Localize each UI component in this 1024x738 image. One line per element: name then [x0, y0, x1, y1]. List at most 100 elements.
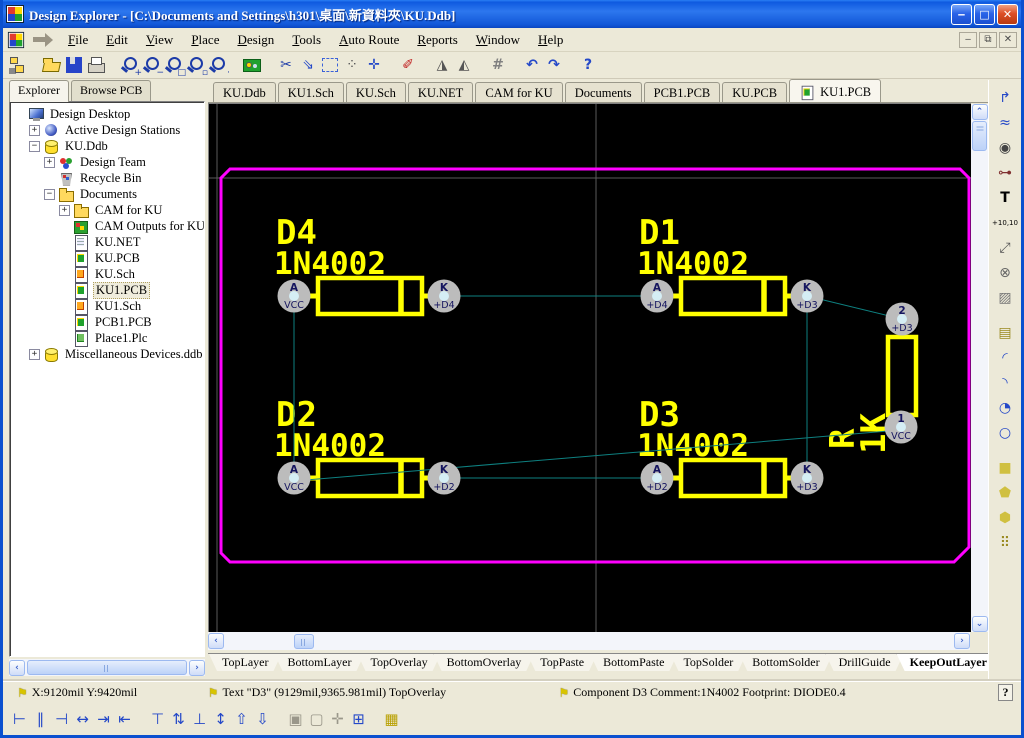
layer-tab-keepoutlayer[interactable]: KeepOutLayer [897, 654, 1000, 671]
tree-item-label[interactable]: KU1.PCB [93, 282, 150, 299]
grid-toggle-icon[interactable]: # [487, 54, 509, 76]
place-room-icon[interactable]: ▦ [381, 708, 402, 730]
document-tab-pcb1-pcb[interactable]: PCB1.PCB [644, 82, 721, 102]
tree-item-label[interactable]: Place1.Plc [93, 331, 149, 346]
zoom-point-icon[interactable]: · [207, 54, 229, 76]
zoom-out-icon[interactable]: − [141, 54, 163, 76]
tree-item-ku-net[interactable]: KU.NET [10, 234, 204, 250]
tree-item-label[interactable]: Active Design Stations [63, 123, 182, 138]
document-tab-ku-ddb[interactable]: KU.Ddb [213, 82, 276, 102]
pad-1-vcc[interactable]: 1VCC [885, 411, 918, 444]
print-icon[interactable] [85, 54, 107, 76]
tree-item-label[interactable]: KU1.Sch [93, 299, 143, 314]
place-pad-icon[interactable]: ◉ [993, 136, 1017, 160]
layer-tab-topsolder[interactable]: TopSolder [670, 654, 746, 671]
pad-2--d3[interactable]: 2+D3 [886, 303, 919, 336]
pad-A-vcc[interactable]: AVCC [278, 280, 311, 313]
maximize-button[interactable]: □ [974, 4, 995, 25]
zoom-in-icon[interactable]: + [119, 54, 141, 76]
layer-tab-toppaste[interactable]: TopPaste [527, 654, 597, 671]
layer-tab-bottomlayer[interactable]: BottomLayer [274, 654, 364, 671]
tree-item-label[interactable]: Miscellaneous Devices.ddb [63, 347, 204, 362]
pcb-canvas[interactable]: D41N4002D11N4002D21N4002D31N4002R1KAVCCK… [208, 103, 971, 632]
scroll-up-icon[interactable]: ⌃ [972, 104, 988, 120]
pad-A--d4[interactable]: A+D4 [641, 280, 674, 313]
place-split-plane-icon[interactable]: ⬢ [993, 506, 1017, 530]
scroll-left-icon[interactable]: ‹ [9, 660, 25, 676]
place-string-icon[interactable]: T [993, 186, 1017, 210]
align-right-icon[interactable]: ⊣ [51, 708, 72, 730]
decrease-vertical-spacing-icon[interactable]: ⇩ [252, 708, 273, 730]
panel-horizontal-scrollbar[interactable]: ‹ › [9, 659, 205, 676]
zoom-document-icon[interactable]: ▫ [185, 54, 207, 76]
arrange-within-room-icon[interactable]: ▣ [285, 708, 306, 730]
align-center-horizontal-icon[interactable]: ∥ [30, 708, 51, 730]
place-keepout-icon[interactable]: ⊗ [993, 261, 1017, 285]
expand-icon[interactable]: + [29, 349, 40, 360]
place-arc-angle-icon[interactable]: ◔ [993, 396, 1017, 420]
tree-item-label[interactable]: KU.Sch [93, 267, 137, 282]
tree-item-ku-pcb[interactable]: KU.PCB [10, 250, 204, 266]
layer-tab-bottomoverlay[interactable]: BottomOverlay [434, 654, 535, 671]
document-tab-documents[interactable]: Documents [565, 82, 642, 102]
decrease-horizontal-spacing-icon[interactable]: ⇤ [114, 708, 135, 730]
tree-item-ku-ddb[interactable]: −KU.Ddb [10, 138, 204, 154]
align-left-icon[interactable]: ⊢ [9, 708, 30, 730]
pad-K--d2[interactable]: K+D2 [428, 462, 461, 495]
scroll-down-icon[interactable]: ⌄ [972, 616, 988, 632]
tree-item-ku1-sch[interactable]: KU1.Sch [10, 298, 204, 314]
tree-item-label[interactable]: Design Desktop [48, 107, 132, 122]
tree-item-active-design-stations[interactable]: +Active Design Stations [10, 122, 204, 138]
panel-tab-explorer[interactable]: Explorer [9, 80, 69, 102]
move-to-grid-icon[interactable]: ✛ [327, 708, 348, 730]
place-polygon-plane-icon[interactable]: ⬟ [993, 481, 1017, 505]
collapse-icon[interactable]: − [29, 141, 40, 152]
align-middle-vertical-icon[interactable]: ⇅ [168, 708, 189, 730]
tree-item-label[interactable]: PCB1.PCB [93, 315, 154, 330]
tree-item-pcb1-pcb[interactable]: PCB1.PCB [10, 314, 204, 330]
increase-horizontal-spacing-icon[interactable]: ⇥ [93, 708, 114, 730]
align-bottom-icon[interactable]: ⊥ [189, 708, 210, 730]
cut-icon[interactable]: ✂ [275, 54, 297, 76]
layer-tab-drillguide[interactable]: DrillGuide [826, 654, 904, 671]
scroll-right-icon[interactable]: › [189, 660, 205, 676]
layer-tab-topoverlay[interactable]: TopOverlay [357, 654, 440, 671]
tree-item-label[interactable]: Design Team [78, 155, 148, 170]
open-document-icon[interactable] [41, 54, 63, 76]
tree-item-label[interactable]: KU.NET [93, 235, 142, 250]
explorer-toggle-icon[interactable] [7, 54, 29, 76]
select-net-icon[interactable]: ⇘ [297, 54, 319, 76]
layer-tab-bottomsolder[interactable]: BottomSolder [739, 654, 832, 671]
tree-item-label[interactable]: Documents [78, 187, 139, 202]
pad-A-vcc[interactable]: AVCC [278, 462, 311, 495]
special-wand-icon[interactable]: ✐ [397, 54, 419, 76]
polygon-hide-icon[interactable]: ◭ [453, 54, 475, 76]
tree-item-design-desktop[interactable]: Design Desktop [10, 106, 204, 122]
redo-icon[interactable]: ↷ [543, 54, 565, 76]
equal-horizontal-spacing-icon[interactable]: ↔ [72, 708, 93, 730]
pad-K--d3[interactable]: K+D3 [791, 462, 824, 495]
mdi-close-button[interactable]: ✕ [999, 32, 1017, 48]
tree-item-label[interactable]: CAM Outputs for KU [93, 219, 205, 234]
place-dimension-icon[interactable]: ⤢ [993, 236, 1017, 260]
menu-tools[interactable]: Tools [283, 30, 330, 50]
tree-item-documents[interactable]: −Documents [10, 186, 204, 202]
expand-icon[interactable]: + [44, 157, 55, 168]
tree-item-place1-plc[interactable]: Place1.Plc [10, 330, 204, 346]
layer-tab-bottompaste[interactable]: BottomPaste [590, 654, 677, 671]
menu-auto-route[interactable]: Auto Route [330, 30, 408, 50]
polygon-show-icon[interactable]: ◮ [431, 54, 453, 76]
tree-item-design-team[interactable]: + Design Team [10, 154, 204, 170]
place-fill-hatch-icon[interactable]: ▨ [993, 286, 1017, 310]
move-component-icon[interactable]: ✛ [363, 54, 385, 76]
increase-vertical-spacing-icon[interactable]: ⇧ [231, 708, 252, 730]
scrollbar-thumb[interactable] [972, 121, 987, 151]
document-tab-ku1-sch[interactable]: KU1.Sch [278, 82, 344, 102]
help-icon[interactable]: ? [577, 54, 599, 76]
menu-arrow-icon[interactable] [31, 33, 53, 47]
place-via-icon[interactable]: ⊶ [993, 161, 1017, 185]
place-fill-icon[interactable]: ■ [993, 456, 1017, 480]
tree-item-label[interactable]: KU.PCB [93, 251, 142, 266]
place-multilayer-track-icon[interactable]: ≈ [993, 111, 1017, 135]
pad-K--d3[interactable]: K+D3 [791, 280, 824, 313]
